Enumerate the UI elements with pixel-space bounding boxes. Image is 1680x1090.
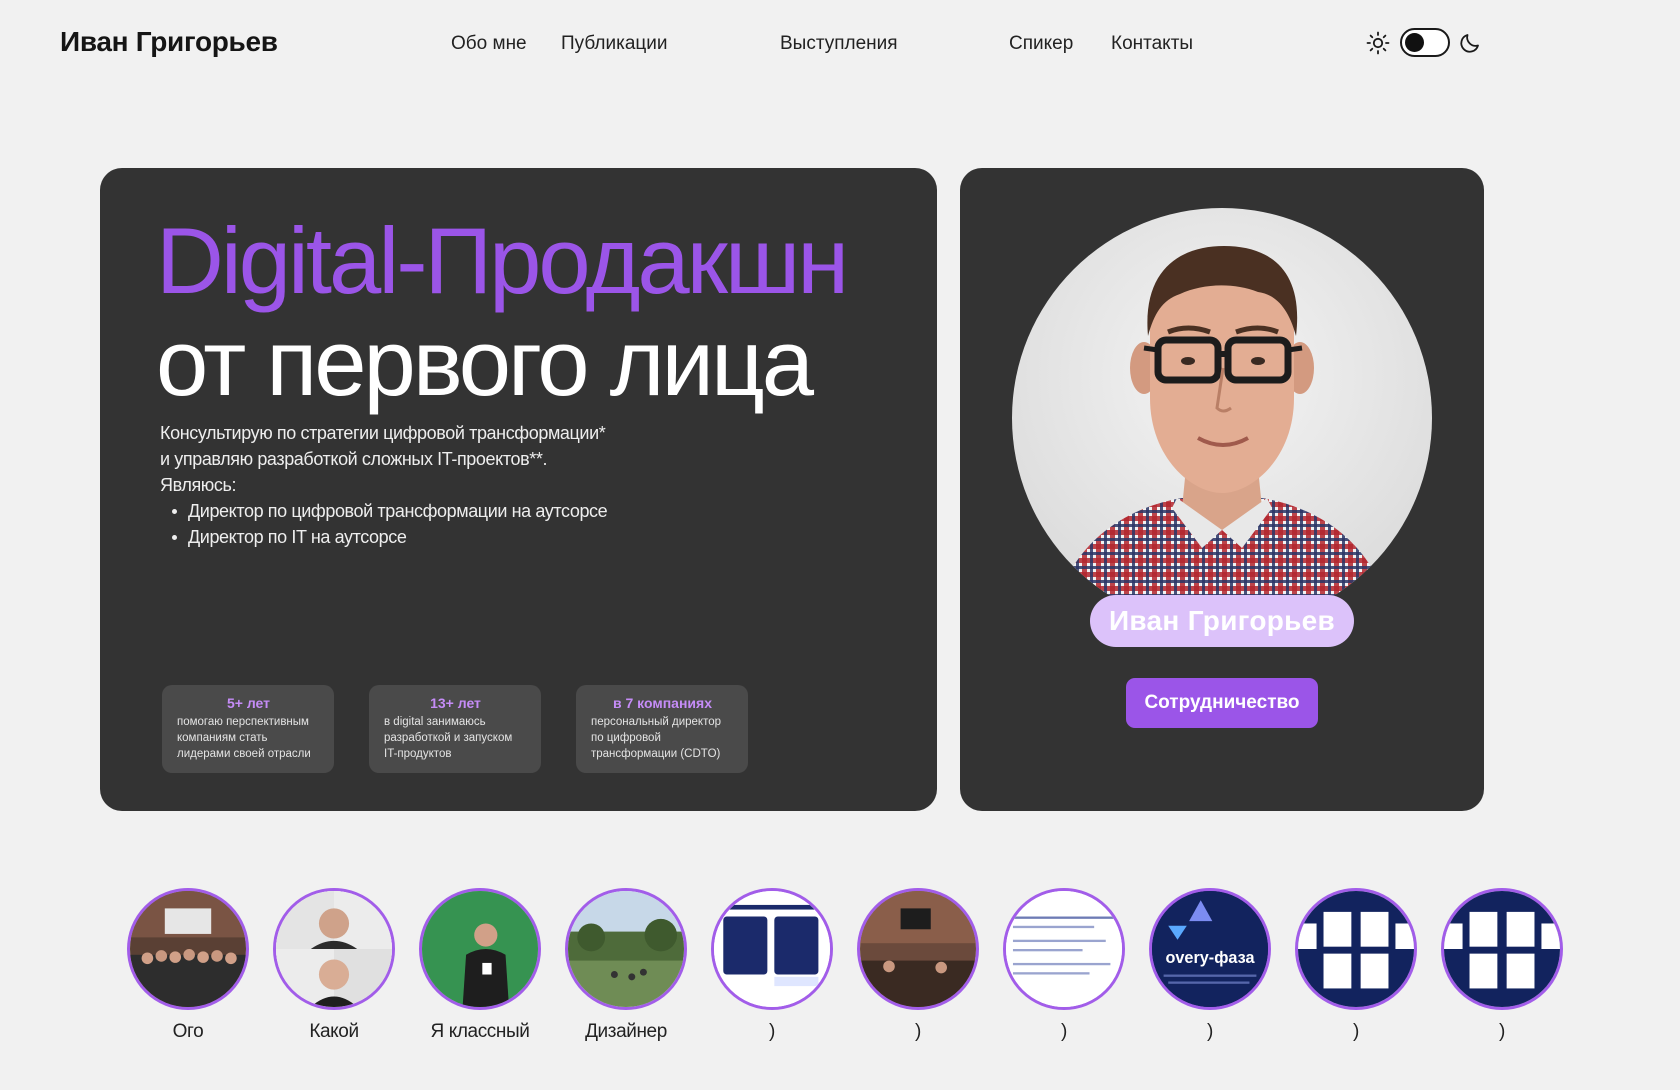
stat-text: персональный директор по цифровой трансф… [591,714,734,762]
stat-text-line: компаниям стать [177,732,268,744]
theme-switch [1362,27,1484,59]
hero-title-accent: Digital-Продакшн [156,208,849,313]
story-thumbnail [127,888,249,1010]
header: Иван Григорьев Обо мне Публикации Выступ… [0,0,1680,90]
stat-card: 13+ лет в digital занимаюсь разработкой … [369,685,541,773]
story-label: ) [1207,1021,1213,1042]
nav-link-about[interactable]: Обо мне [451,33,527,55]
story-label: ) [915,1021,921,1042]
story-slide-thumbnail: overy-фаза [1152,891,1268,1007]
story-slide-thumbnail [1006,891,1122,1007]
story-thumbnail [273,888,395,1010]
nav-link-publications[interactable]: Публикации [561,33,668,55]
story-label: ) [1061,1021,1067,1042]
avatar [1012,208,1432,628]
hero-description-line: Консультирую по стратегии цифровой транс… [160,423,606,443]
stat-text: в digital занимаюсь разработкой и запуск… [384,714,527,762]
stat-text-line: персональный директор [591,716,721,728]
story-item[interactable]: Я классный [415,888,545,1058]
story-photo-speaker [422,891,538,1007]
story-thumbnail: overy-фаза [1149,888,1271,1010]
theme-toggle[interactable] [1400,28,1450,57]
role-item: Директор по IT на аутсорсе [160,524,720,550]
stat-text-line: в digital занимаюсь [384,716,486,728]
page: Иван Григорьев Обо мне Публикации Выступ… [0,0,1680,1090]
story-label: ) [1499,1021,1505,1042]
story-photo-portraits [276,891,392,1007]
story-item[interactable]: Какой [269,888,399,1058]
story-photo-outdoor [568,891,684,1007]
sun-icon[interactable] [1366,31,1390,55]
stat-text-line: помогаю перспективным [177,716,309,728]
stat-title: 5+ лет [226,695,271,711]
story-thumbnail [711,888,833,1010]
stat-title: в 7 компаниях [613,695,712,711]
nav-link-talks[interactable]: Выступления [780,33,898,55]
story-item[interactable]: Дизайнер [561,888,691,1058]
moon-icon[interactable] [1458,31,1482,55]
story-label: Дизайнер [585,1021,667,1042]
hero-description: Консультирую по стратегии цифровой транс… [160,420,720,550]
theme-toggle-knob [1405,33,1424,52]
stat-card: в 7 компаниях персональный директор по ц… [576,685,748,773]
story-item[interactable]: Ого [123,888,253,1058]
profile-name-badge: Иван Григорьев [1090,595,1354,647]
stat-card: 5+ лет помогаю перспективным компаниям с… [162,685,334,773]
story-label: Какой [309,1021,359,1042]
story-slide-thumbnail [714,891,830,1007]
story-label: ) [769,1021,775,1042]
story-photo-group [130,891,246,1007]
avatar-photo [1012,208,1432,628]
hero-title-main: от первого лица [156,310,814,415]
hero-description-line: и управляю разработкой сложных IT-проект… [160,449,548,469]
stat-text-line: по цифровой [591,732,661,744]
story-slide-title: overy-фаза [1165,949,1255,967]
story-item[interactable]: ) [707,888,837,1058]
story-thumbnail [1295,888,1417,1010]
hero-description-line: Являюсь: [160,475,237,495]
stat-text-line: IT-продуктов [384,748,452,760]
story-thumbnail [419,888,541,1010]
story-thumbnail [565,888,687,1010]
story-label: Я классный [430,1021,530,1042]
story-slide-thumbnail [1298,891,1414,1007]
roles-list: Директор по цифровой трансформации на ау… [160,498,720,550]
story-item[interactable]: ) [1437,888,1567,1058]
cooperation-button[interactable]: Сотрудничество [1126,678,1318,728]
story-item[interactable]: ) [1291,888,1421,1058]
story-item[interactable]: ) [999,888,1129,1058]
story-thumbnail [857,888,979,1010]
role-item: Директор по цифровой трансформации на ау… [160,498,720,524]
hero-card: Digital-Продакшн от первого лица Консуль… [100,168,937,811]
story-item[interactable]: overy-фаза ) [1145,888,1275,1058]
stat-text-line: разработкой и запуском [384,732,513,744]
story-photo-event [860,891,976,1007]
profile-card: Иван Григорьев Сотрудничество [960,168,1484,811]
story-thumbnail [1003,888,1125,1010]
story-item[interactable]: ) [853,888,983,1058]
stat-text: помогаю перспективным компаниям стать ли… [177,714,320,762]
story-slide-thumbnail [1444,891,1560,1007]
nav-link-contacts[interactable]: Контакты [1111,33,1193,55]
story-label: ) [1353,1021,1359,1042]
site-logo[interactable]: Иван Григорьев [60,26,278,58]
story-label: Ого [172,1021,204,1042]
story-thumbnail [1441,888,1563,1010]
nav-link-speaker[interactable]: Спикер [1009,33,1073,55]
stat-title: 13+ лет [430,695,481,711]
stat-text-line: трансформации (CDTO) [591,748,721,760]
stat-text-line: лидерами своей отрасли [177,748,311,760]
